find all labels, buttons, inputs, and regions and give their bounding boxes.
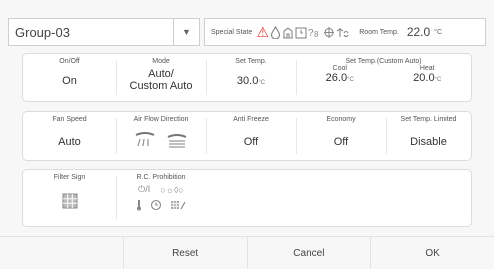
filter-grid-icon	[62, 193, 77, 209]
room-temp-value: 22.0	[406, 25, 431, 39]
energy-save-icon: ? 8	[308, 28, 319, 39]
mode-value-line2: Custom Auto	[129, 80, 193, 92]
air-flow-icons	[134, 131, 188, 149]
set-temp-cell[interactable]: Set Temp. 30.0°C	[206, 54, 296, 101]
footer-bar: Reset Cancel OK	[0, 236, 494, 269]
dropdown-button[interactable]: ▼	[173, 19, 199, 45]
fan-speed-label: Fan Speed	[52, 116, 87, 123]
mode-cell[interactable]: Mode Auto/ Custom Auto	[116, 54, 206, 101]
special-state-label: Special State	[211, 28, 253, 36]
economy-value: Off	[333, 136, 349, 148]
heat-value: 20.0	[413, 72, 435, 84]
fan-speed-value: Auto	[58, 136, 81, 148]
onoff-value: On	[62, 75, 77, 87]
timer-icon	[150, 199, 162, 211]
building-icon	[283, 26, 294, 39]
air-flow-label: Air Flow Direction	[133, 116, 189, 123]
schedule-icon	[295, 26, 307, 39]
set-temp-limited-label: Set Temp. Limited	[400, 116, 457, 123]
set-temp-custom-label: Set Temp.(Custom Auto)	[345, 58, 422, 65]
cool-value: 26.0	[325, 72, 348, 84]
cool-heat-group: Cool 26.0°C Heat 20.0°C	[296, 65, 471, 84]
cancel-button[interactable]: Cancel	[246, 237, 371, 269]
set-temp-value: 30.0	[236, 75, 259, 87]
status-bar: Special State ⚠ ? 8 Room Temp. 22.0 °C	[204, 18, 486, 46]
anti-freeze-label: Anti Freeze	[233, 116, 269, 123]
mode-value-line1: Auto/	[148, 68, 174, 80]
economy-label: Economy	[326, 116, 356, 123]
footer-spacer	[0, 237, 123, 269]
group-name: Group-03	[15, 24, 70, 40]
fan-speed-cell[interactable]: Fan Speed Auto	[23, 112, 116, 160]
heat-group: Heat 20.0°C	[384, 65, 472, 84]
row-maintenance: Filter Sign R.C. Prohibition ⏻/I ○☼◊○	[22, 169, 472, 227]
anti-freeze-value: Off	[243, 136, 259, 148]
group-selector[interactable]: Group-03 ▼	[8, 18, 200, 46]
room-temp-label: Room Temp.	[359, 28, 399, 36]
top-bar: Group-03 ▼ Special State ⚠ ? 8 Room Temp.…	[8, 18, 486, 46]
special-state-icons: ⚠ ? 8	[256, 24, 349, 40]
mode-label: Mode	[152, 58, 170, 65]
svg-text:8: 8	[314, 30, 319, 39]
set-temp-custom-cell[interactable]: Set Temp.(Custom Auto) Cool 26.0°C Heat …	[296, 54, 471, 101]
cool-group: Cool 26.0°C	[296, 65, 384, 84]
reset-button[interactable]: Reset	[122, 237, 247, 269]
economy-cell[interactable]: Economy Off	[296, 112, 386, 160]
compass-icon	[324, 26, 335, 38]
rc-prohibition-row1: ⏻/I ○☼◊○	[138, 184, 184, 195]
warning-icon: ⚠	[256, 24, 270, 40]
filter-sign-label: Filter Sign	[53, 174, 86, 181]
mode-prohibit-icon: ○☼◊○	[160, 184, 184, 195]
air-flow-cell[interactable]: Air Flow Direction	[116, 112, 206, 160]
anti-freeze-cell[interactable]: Anti Freeze Off	[206, 112, 296, 160]
heat-unit: °C	[434, 77, 442, 83]
set-temp-unit: °C	[258, 80, 266, 86]
cool-value-wrap: 26.0°C	[326, 72, 354, 84]
thermometer-icon	[137, 200, 141, 211]
filter-sign-cell[interactable]: Filter Sign	[23, 170, 116, 226]
droplet-icon	[271, 25, 281, 39]
rc-prohibition-label: R.C. Prohibition	[136, 174, 186, 181]
horizontal-louver-icon	[167, 134, 187, 148]
onoff-prohibit-icon: ⏻/I	[138, 184, 151, 194]
cool-label: Cool	[332, 65, 347, 72]
heat-label: Heat	[419, 65, 435, 72]
onoff-label: On/Off	[59, 58, 80, 65]
set-temp-limited-cell[interactable]: Set Temp. Limited Disable	[386, 112, 471, 160]
set-temp-value-wrap: 30.0°C	[237, 75, 265, 87]
row-basic-settings: On/Off On Mode Auto/ Custom Auto Set Tem…	[22, 53, 472, 102]
ok-button[interactable]: OK	[370, 237, 494, 269]
rc-prohibition-row2	[136, 199, 186, 211]
cool-unit: °C	[347, 77, 354, 83]
rc-prohibition-cell[interactable]: R.C. Prohibition ⏻/I ○☼◊○	[116, 170, 206, 226]
room-temp-unit: °C	[434, 28, 443, 36]
vertical-louver-icon	[135, 132, 155, 147]
heat-value-wrap: 20.0°C	[413, 72, 441, 84]
onoff-cell[interactable]: On/Off On	[23, 54, 116, 101]
set-temp-limited-value: Disable	[410, 136, 447, 148]
filter-reset-icon	[171, 201, 186, 210]
row-advanced-settings: Fan Speed Auto Air Flow Direction Anti F…	[22, 111, 472, 161]
fan-defrost-icon	[336, 27, 349, 37]
set-temp-label: Set Temp.	[235, 58, 267, 65]
